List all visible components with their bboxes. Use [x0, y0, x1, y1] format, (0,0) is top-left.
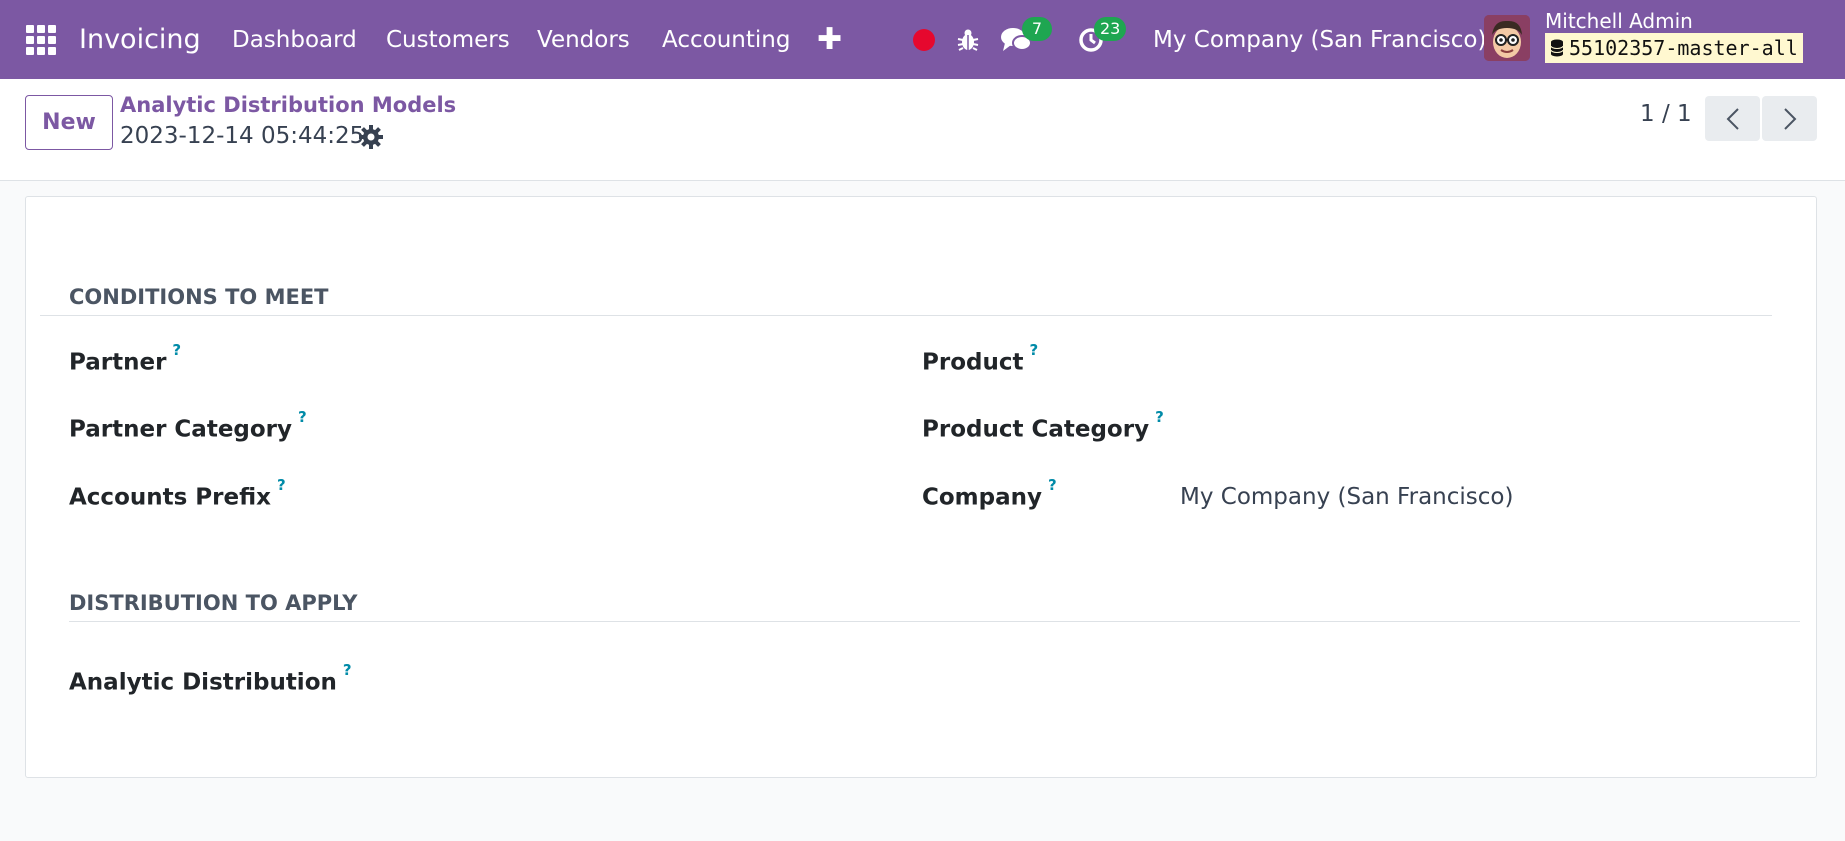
- chevron-right-icon: [1783, 107, 1796, 130]
- menu-item-accounting[interactable]: Accounting: [662, 0, 790, 79]
- accounts-prefix-label: Accounts Prefix?: [69, 476, 286, 511]
- form-sheet: CONDITIONS TO MEET Partner? Partner Cate…: [25, 196, 1817, 778]
- pager-previous-button[interactable]: [1705, 96, 1760, 141]
- plus-icon[interactable]: ✚: [817, 0, 842, 79]
- database-name: 55102357-master-all: [1569, 36, 1798, 60]
- product-help-icon[interactable]: ?: [1029, 341, 1038, 359]
- record-name: 2023-12-14 05:44:25: [120, 123, 365, 149]
- bug-icon[interactable]: [955, 0, 981, 79]
- menu-item-vendors[interactable]: Vendors: [537, 0, 630, 79]
- pager-next-button[interactable]: [1762, 96, 1817, 141]
- accounts-prefix-help-icon[interactable]: ?: [277, 476, 286, 494]
- database-icon: [1550, 39, 1564, 57]
- chat-icon[interactable]: [1000, 0, 1032, 79]
- conditions-section-title: CONDITIONS TO MEET: [69, 285, 329, 309]
- user-avatar[interactable]: [1484, 15, 1530, 61]
- breadcrumb-link[interactable]: Analytic Distribution Models: [120, 93, 456, 117]
- partner-help-icon[interactable]: ?: [172, 341, 181, 359]
- partner-category-label: Partner Category?: [69, 408, 307, 443]
- distribution-section-title: DISTRIBUTION TO APPLY: [69, 591, 358, 615]
- company-label: Company?: [922, 476, 1057, 511]
- partner-label: Partner?: [69, 341, 182, 376]
- menu-item-customers[interactable]: Customers: [386, 0, 510, 79]
- analytic-distribution-label: Analytic Distribution?: [69, 661, 352, 696]
- partner-category-help-icon[interactable]: ?: [298, 408, 307, 426]
- activity-count-badge: 23: [1094, 17, 1127, 41]
- menu-item-dashboard[interactable]: Dashboard: [232, 0, 357, 79]
- database-badge: 55102357-master-all: [1545, 33, 1803, 63]
- new-button[interactable]: New: [25, 95, 113, 150]
- distribution-divider: [69, 621, 1800, 622]
- control-panel: New Analytic Distribution Models 2023-12…: [0, 79, 1845, 181]
- message-count-badge: 7: [1022, 17, 1052, 41]
- main-navbar: Invoicing Dashboard Customers Vendors Ac…: [0, 0, 1845, 79]
- product-category-help-icon[interactable]: ?: [1155, 408, 1164, 426]
- app-name[interactable]: Invoicing: [79, 0, 201, 79]
- company-field[interactable]: My Company (San Francisco): [1180, 484, 1513, 510]
- gear-icon[interactable]: [358, 124, 384, 150]
- analytic-distribution-help-icon[interactable]: ?: [343, 661, 352, 679]
- company-switcher[interactable]: My Company (San Francisco): [1153, 0, 1486, 79]
- product-category-label: Product Category?: [922, 408, 1164, 443]
- product-label: Product?: [922, 341, 1039, 376]
- apps-menu-icon[interactable]: [26, 0, 58, 79]
- chevron-left-icon: [1726, 107, 1739, 130]
- pager-value[interactable]: 1 / 1: [1640, 101, 1692, 127]
- record-icon[interactable]: [913, 0, 935, 79]
- conditions-divider: [40, 315, 1772, 316]
- company-help-icon[interactable]: ?: [1048, 476, 1057, 494]
- user-name[interactable]: Mitchell Admin: [1545, 9, 1693, 33]
